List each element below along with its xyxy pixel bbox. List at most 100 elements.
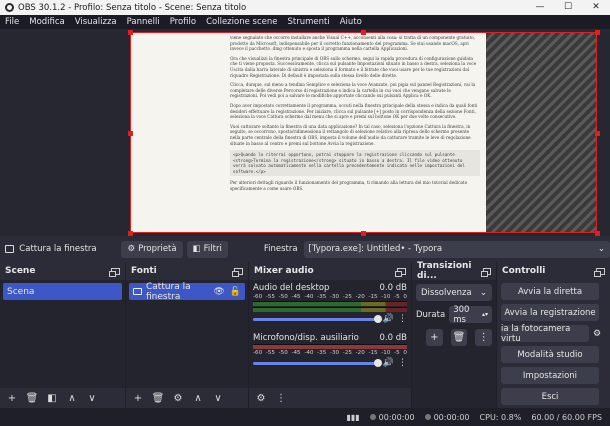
settings-button[interactable]: Impostazioni — [501, 367, 599, 384]
chevron-down-icon: ⌄ — [479, 287, 487, 298]
chevron-down-icon: ⌄ — [597, 244, 605, 254]
doc-code-block: <p>Quando lo riterrai opportuno, potrai … — [230, 150, 480, 177]
selected-source-name: Cattura la finestra — [19, 244, 97, 254]
status-bar: ▮▮▮ 00:00:00 00:00:00 CPU: 0.8% 60.00 / … — [0, 408, 610, 426]
menu-help[interactable]: Aiuto — [335, 17, 367, 27]
undock-icon[interactable] — [594, 267, 605, 277]
menu-view[interactable]: Visualizza — [70, 17, 122, 27]
filters-button[interactable]: ◧ Filtri — [186, 240, 228, 258]
source-toolbar: Cattura la finestra ⚙ Proprietà ◧ Filtri… — [0, 236, 610, 262]
studio-mode-button[interactable]: Modalità studio — [501, 346, 599, 363]
mixer-title: Mixer audio — [254, 266, 314, 276]
fps-readout: 60.00 / 60.00 FPS — [531, 412, 602, 422]
speaker-icon[interactable]: 🔊 — [383, 314, 394, 324]
more-options-icon[interactable]: ⋮ — [272, 390, 290, 406]
add-transition-button[interactable]: + — [426, 329, 443, 346]
transitions-dock: Transizioni di... Dissolvenza ⌄ Durata 3… — [411, 261, 496, 408]
gear-icon[interactable]: ⚙ — [169, 390, 187, 406]
undock-icon[interactable] — [109, 267, 120, 277]
menu-edit[interactable]: Modifica — [24, 17, 70, 27]
spin-arrows-icon[interactable]: ▴▾ — [482, 311, 488, 318]
more-options-icon[interactable]: ⋮ — [398, 314, 407, 324]
preview-area[interactable]: viene segnalato che occorre installare a… — [0, 29, 610, 236]
more-options-icon[interactable]: ⋮ — [475, 329, 493, 346]
gear-icon[interactable]: ⚙ — [593, 329, 601, 339]
start-streaming-button[interactable]: Avvia la diretta — [501, 283, 599, 300]
source-item[interactable]: Cattura la finestra 👁 🔓 — [129, 282, 245, 302]
start-virtual-camera-button[interactable]: ia la fotocamera virtu — [501, 324, 589, 344]
resize-handle[interactable] — [595, 131, 600, 136]
properties-button[interactable]: ⚙ Proprietà — [121, 240, 183, 258]
scene-filters-button[interactable]: ◧ — [43, 390, 61, 406]
transition-select-value: Dissolvenza — [421, 287, 472, 298]
sources-title: Fonti — [131, 266, 157, 276]
speaker-icon[interactable]: 🔊 — [383, 358, 394, 368]
obs-logo-icon — [5, 3, 14, 12]
undock-icon[interactable] — [232, 267, 243, 277]
menu-profile[interactable]: Profilo — [165, 17, 201, 27]
volume-slider[interactable] — [253, 358, 382, 367]
add-scene-button[interactable]: + — [3, 390, 21, 406]
move-down-button[interactable]: ∨ — [209, 390, 227, 406]
doc-paragraph: Ora che visualizzi la finestra principal… — [230, 55, 477, 78]
more-options-icon[interactable]: ⋮ — [398, 358, 407, 368]
channel-db: 0.0 dB — [379, 333, 407, 343]
window-select[interactable]: [Typora.exe]: Untitled• - Typora ⌄ — [303, 240, 610, 258]
mixer-channel-mic: Microfono/disp. ausiliario 0.0 dB -60 -55… — [249, 330, 411, 368]
db-scale: -60 -55 -50 -45 -40 -35 -30 -25 -20 -15 -10 -5 0 — [253, 294, 407, 300]
trash-icon[interactable]: 🗑 — [450, 329, 468, 346]
undock-icon[interactable] — [481, 267, 491, 277]
window-select-value: [Typora.exe]: Untitled• - Typora — [308, 244, 443, 254]
close-button[interactable]: ✕ — [582, 0, 610, 15]
maximize-button[interactable]: ☐ — [554, 0, 582, 15]
window-capture-icon — [5, 245, 15, 253]
move-down-button[interactable]: ∨ — [83, 390, 101, 406]
move-up-button[interactable]: ∧ — [63, 390, 81, 406]
resize-handle[interactable] — [361, 30, 366, 35]
menu-docks[interactable]: Pannelli — [122, 17, 165, 27]
resize-handle[interactable] — [128, 30, 133, 35]
scenes-title: Scene — [5, 266, 36, 276]
channel-name: Audio del desktop — [253, 283, 330, 293]
menu-file[interactable]: File — [0, 17, 24, 27]
resize-handle[interactable] — [128, 131, 133, 136]
slider-handle[interactable] — [373, 314, 382, 323]
menu-bar: File Modifica Visualizza Pannelli Profil… — [0, 15, 610, 29]
capture-bounding-box[interactable]: viene segnalato che occorre installare a… — [130, 32, 597, 233]
window-title: OBS 30.1.2 - Profilo: Senza titolo - Sce… — [18, 2, 247, 13]
signal-icon: ▮▮▮ — [346, 412, 360, 422]
filter-icon: ◧ — [192, 244, 201, 254]
scene-item[interactable]: Scena — [3, 283, 122, 300]
add-source-button[interactable]: + — [129, 390, 147, 406]
doc-paragraph: Per ulteriori dettagli riguardo il funzi… — [230, 180, 468, 192]
minimize-button[interactable]: — — [526, 0, 554, 15]
doc-paragraph: Clicca, dunque, sul menu a tendina Sempl… — [230, 82, 476, 99]
volume-slider[interactable] — [253, 314, 382, 323]
slider-handle[interactable] — [373, 358, 382, 367]
stream-indicator-icon — [369, 413, 376, 420]
mixer-channel-desktop: Audio del desktop 0.0 dB -60 -55 -50 -45 -40… — [249, 280, 411, 324]
trash-icon[interactable]: 🗑 — [23, 390, 41, 406]
cpu-usage: CPU: 0.8% — [479, 412, 522, 422]
sources-dock: Fonti Cattura la finestra 👁 🔓 + 🗑 ⚙ ∧ ∨ — [125, 262, 248, 408]
lock-icon[interactable]: 🔓 — [230, 287, 241, 297]
duration-spinbox[interactable]: 300 ms ▴▾ — [449, 304, 492, 325]
exit-button[interactable]: Esci — [501, 388, 599, 405]
db-scale: -60 -55 -50 -45 -40 -35 -30 -25 -20 -15 -10 -5 0 — [253, 350, 407, 356]
gear-icon[interactable]: ⚙ — [252, 390, 270, 406]
properties-label: Proprietà — [138, 244, 177, 254]
transition-select[interactable]: Dissolvenza ⌄ — [416, 284, 492, 301]
controls-title: Controlli — [502, 266, 546, 276]
menu-tools[interactable]: Strumenti — [282, 17, 334, 27]
volume-meter — [253, 307, 407, 312]
stream-status: 00:00:00 — [369, 413, 415, 422]
move-up-button[interactable]: ∧ — [189, 390, 207, 406]
undock-icon[interactable] — [395, 267, 406, 277]
controls-dock: Controlli Avvia la diretta Avvia la regi… — [496, 262, 610, 408]
eye-icon[interactable]: 👁 — [213, 287, 224, 297]
menu-scene-collection[interactable]: Collezione scene — [201, 17, 282, 27]
duration-value: 300 ms — [453, 304, 470, 325]
start-recording-button[interactable]: Avvia la registrazione — [501, 304, 599, 321]
trash-icon[interactable]: 🗑 — [149, 390, 167, 406]
resize-handle[interactable] — [595, 30, 600, 35]
